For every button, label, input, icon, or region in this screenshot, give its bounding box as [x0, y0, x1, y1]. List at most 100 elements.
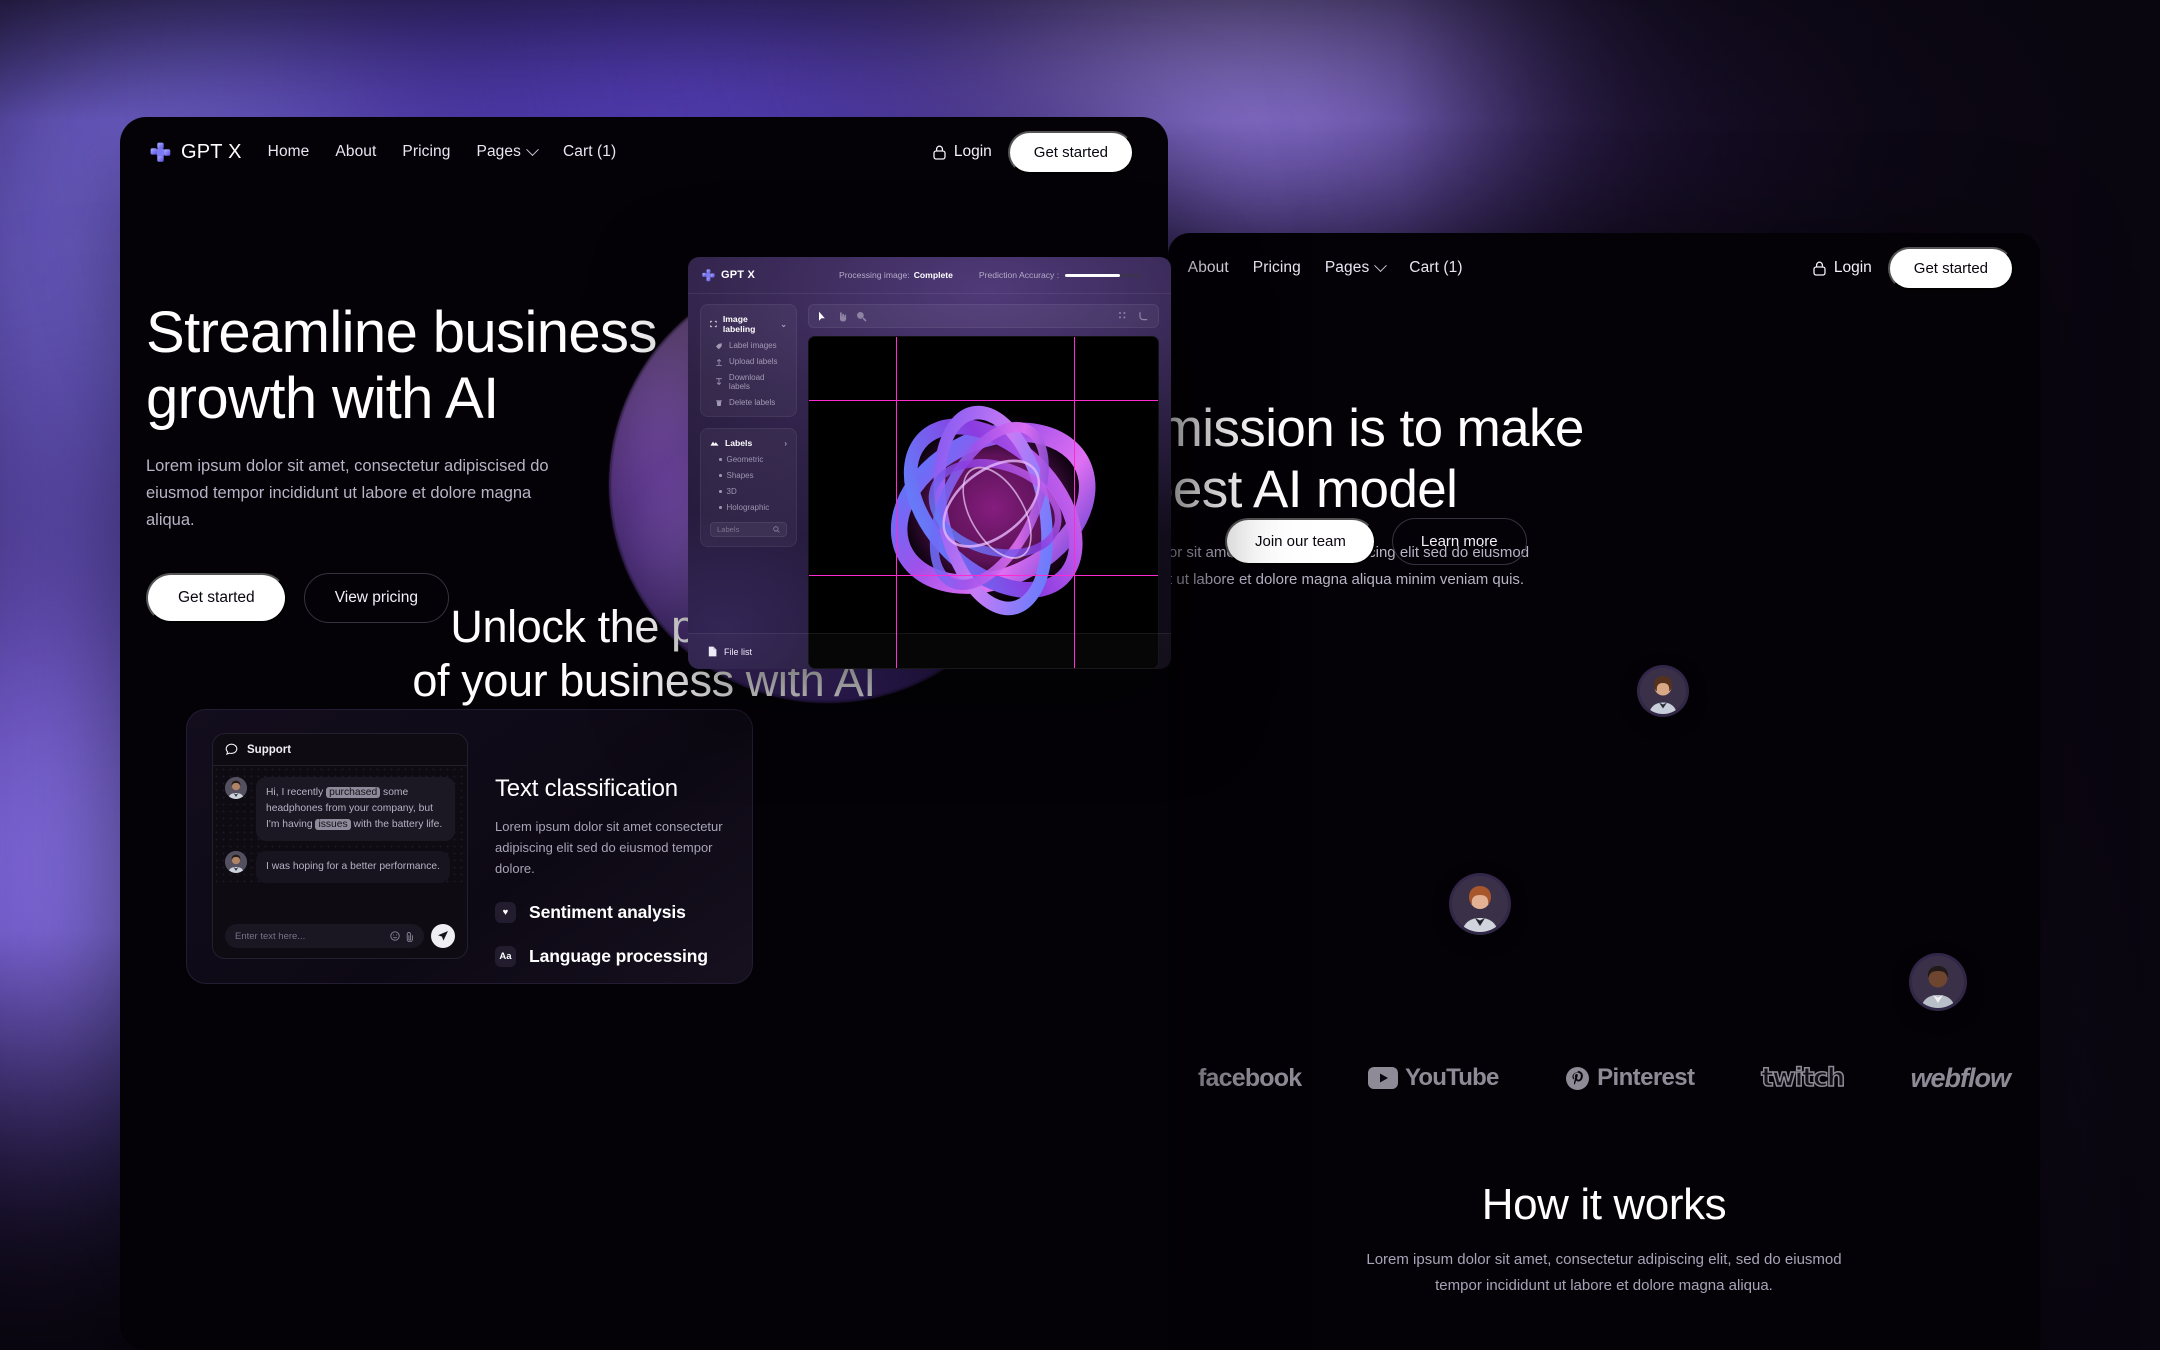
- menu-item-label-images[interactable]: Label images: [710, 341, 787, 350]
- label-item-geometric[interactable]: Geometric: [710, 455, 787, 464]
- panel-labels-header[interactable]: Labels ›: [710, 438, 787, 448]
- aa-text-icon: Aa: [495, 946, 516, 968]
- paperclip-icon[interactable]: [406, 931, 414, 942]
- login-link-about[interactable]: Login: [1813, 259, 1872, 277]
- feature-sentiment-analysis: ♥ Sentiment analysis: [495, 902, 745, 924]
- support-chat-header: Support: [213, 734, 467, 766]
- brand-label-webflow: webflow: [1910, 1062, 2010, 1093]
- crop-frame-icon: [710, 320, 717, 328]
- label-item-shapes[interactable]: Shapes: [710, 471, 787, 480]
- cursor-arrow-icon[interactable]: [818, 311, 828, 322]
- chat-message: Hi, I recently purchased some headphones…: [225, 777, 455, 841]
- nav-link-pages[interactable]: Pages: [476, 142, 539, 161]
- nav-link-pricing[interactable]: Pricing: [1253, 259, 1301, 277]
- labeling-canvas-area: [808, 304, 1159, 669]
- trash-icon: [716, 399, 722, 406]
- hero-heading-line1-about: Our mission is to make: [1168, 399, 1584, 458]
- get-started-button-about[interactable]: Get started: [1887, 246, 2014, 290]
- join-our-team-button[interactable]: Join our team: [1225, 518, 1376, 565]
- labeling-brand-name: GPT X: [721, 269, 756, 281]
- mountains-icon: [710, 441, 719, 446]
- nav-link-pages-label: Pages: [476, 143, 521, 160]
- get-started-button-home[interactable]: Get started: [1007, 130, 1134, 174]
- chevron-right-icon[interactable]: ›: [784, 439, 787, 448]
- chat-input-row: Enter text here...: [225, 924, 455, 948]
- pinwheel-logo-icon: [702, 268, 715, 281]
- chat-msg1-highlight-purchased: purchased: [326, 787, 381, 798]
- nav-links-home: Home About Pricing Pages Cart (1): [268, 142, 617, 161]
- how-it-works-paragraph-line1: Lorem ipsum dolor sit amet, consectetur …: [1366, 1251, 1842, 1268]
- brand-logo-home[interactable]: GPT X: [150, 141, 242, 164]
- chat-msg1-part5: with the battery life.: [350, 818, 443, 830]
- user-avatar: [225, 850, 247, 873]
- brand-label-youtube: YouTube: [1405, 1064, 1499, 1091]
- nav-link-pages[interactable]: Pages: [1325, 258, 1388, 277]
- login-link-home[interactable]: Login: [933, 143, 992, 161]
- panel-image-labeling-title: Image labeling: [722, 314, 756, 334]
- nav-link-pricing[interactable]: Pricing: [402, 143, 450, 161]
- pinwheel-logo-svg: [150, 142, 171, 162]
- feature-label-sentiment: Sentiment analysis: [529, 902, 686, 923]
- nav-link-cart[interactable]: Cart (1): [563, 143, 616, 161]
- nav-link-home[interactable]: Home: [268, 143, 310, 161]
- lock-icon: [933, 145, 946, 160]
- smiley-icon[interactable]: [390, 931, 400, 941]
- hand-pointer-icon[interactable]: [837, 311, 847, 322]
- torus-knot-render: [890, 405, 1096, 616]
- team-member-avatar-3[interactable]: [1912, 956, 1964, 1008]
- brand-label-twitch: twitch: [1760, 1062, 1846, 1094]
- login-label-about: Login: [1833, 259, 1872, 276]
- brand-logos-row: facebook YouTube Pinterest twitch webflo…: [1168, 1043, 2040, 1113]
- processing-status: Processing image: Complete: [839, 270, 953, 280]
- panel-image-labeling-header[interactable]: Image labeling ⌄: [710, 314, 787, 334]
- label-text-geometric: Geometric: [726, 455, 764, 464]
- team-member-avatar-1[interactable]: [1640, 668, 1686, 714]
- chat-message: I was hoping for a better performance.: [225, 850, 455, 883]
- chevron-down-icon[interactable]: ⌄: [780, 320, 787, 329]
- prediction-accuracy-bar: [1065, 273, 1142, 277]
- crosshair-horizontal-bottom: [809, 575, 1158, 577]
- file-list-bar[interactable]: File list: [688, 633, 1171, 669]
- navbar-home: GPT X Home About Pricing Pages Cart (1) …: [120, 117, 1168, 187]
- navbar-actions-home: Login Get started: [933, 130, 1134, 174]
- canvas-toolbar: [808, 304, 1159, 328]
- login-label-home: Login: [953, 143, 992, 160]
- nav-link-cart[interactable]: Cart (1): [1409, 259, 1462, 277]
- panel-labels: Labels › Geometric Shapes 3D Holographic…: [700, 428, 797, 547]
- menu-item-upload-labels[interactable]: Upload labels: [710, 357, 787, 366]
- upload-icon: [716, 358, 722, 366]
- file-icon: [708, 646, 717, 657]
- learn-more-button[interactable]: Learn more: [1391, 518, 1527, 565]
- brand-logo-facebook: facebook: [1198, 1063, 1302, 1093]
- menu-label-upload-labels: Upload labels: [729, 357, 778, 366]
- team-member-avatar-2[interactable]: [1452, 876, 1508, 932]
- send-message-button[interactable]: [431, 924, 455, 948]
- menu-item-delete-labels[interactable]: Delete labels: [710, 398, 787, 407]
- brand-name-home: GPT X: [181, 140, 242, 163]
- avatar-portrait-2: [1452, 876, 1508, 932]
- nav-link-about[interactable]: About: [1188, 259, 1229, 277]
- label-item-3d[interactable]: 3D: [710, 487, 787, 496]
- label-item-holographic[interactable]: Holographic: [710, 503, 787, 512]
- image-canvas[interactable]: [808, 336, 1159, 669]
- tag-icon: [715, 342, 723, 349]
- crosshair-vertical-right: [1074, 337, 1076, 668]
- brand-label-facebook: facebook: [1198, 1063, 1302, 1092]
- chat-msg1-part1: Hi, I recently: [266, 787, 327, 798]
- grid-dots-icon[interactable]: [1118, 311, 1128, 321]
- how-it-works-section: How it works Lorem ipsum dolor sit amet,…: [1168, 1180, 2040, 1299]
- hero-heading-line2-about: the best AI model: [1168, 460, 1458, 520]
- crosshair-horizontal-top: [809, 399, 1158, 401]
- labels-search-input[interactable]: Labels: [710, 522, 787, 537]
- undo-arrow-icon[interactable]: [1138, 311, 1149, 321]
- chat-input-field[interactable]: Enter text here...: [225, 924, 424, 948]
- labeling-app-sidebar: Image labeling ⌄ Label images Upload lab…: [700, 304, 797, 669]
- nav-link-about[interactable]: About: [335, 143, 376, 161]
- prediction-accuracy-label: Prediction Accuracy :: [978, 270, 1060, 280]
- user-avatar: [225, 777, 247, 799]
- magnifier-icon[interactable]: [856, 311, 867, 322]
- menu-item-download-labels[interactable]: Download labels: [710, 373, 787, 391]
- avatar-portrait-3: [1912, 956, 1964, 1008]
- feature-label-language: Language processing: [529, 946, 708, 967]
- labeling-app-body: Image labeling ⌄ Label images Upload lab…: [688, 294, 1171, 669]
